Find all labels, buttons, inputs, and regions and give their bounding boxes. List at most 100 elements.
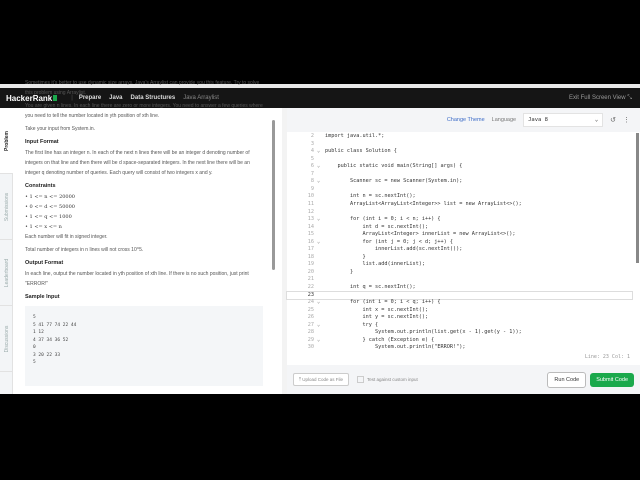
- fold-chevron-icon[interactable]: ⌄: [317, 148, 325, 156]
- exit-fullscreen-button[interactable]: Exit Full Screen View ⤡: [569, 95, 632, 102]
- code-text: public class Solution {: [325, 148, 397, 155]
- output-format-text: In each line, output the number located …: [25, 271, 249, 287]
- line-number: 5: [310, 155, 314, 162]
- chevron-down-icon: ⌄: [594, 117, 599, 123]
- problem-scrollbar[interactable]: [272, 112, 276, 392]
- code-text: System.out.println(list.get(x - 1).get(y…: [325, 329, 522, 336]
- constraint-note: Total number of integers in n lines will…: [25, 247, 144, 253]
- fold-chevron-icon[interactable]: ⌄: [317, 178, 325, 186]
- tab-problem[interactable]: Problem: [0, 108, 13, 174]
- code-line[interactable]: 3: [287, 141, 632, 149]
- code-text: public static void main(String[] args) {: [325, 163, 463, 170]
- code-line[interactable]: 27 ⌄ try {: [287, 322, 632, 330]
- code-line[interactable]: 12: [287, 209, 632, 217]
- code-line[interactable]: 8 ⌄ Scanner sc = new Scanner(System.in);: [287, 178, 632, 186]
- fold-chevron-icon[interactable]: ⌄: [317, 337, 325, 345]
- code-line[interactable]: 20 }: [287, 269, 632, 277]
- intro-text: Sometimes it's better to use dynamic siz…: [25, 80, 260, 96]
- tab-leaderboard[interactable]: Leaderboard: [0, 240, 13, 306]
- code-text: for (int i = 0; i < n; i++) {: [325, 216, 441, 223]
- code-line[interactable]: 18 }: [287, 254, 632, 262]
- code-line[interactable]: 5: [287, 156, 632, 164]
- fold-chevron-icon[interactable]: ⌄: [317, 322, 325, 330]
- vertical-tabs: Problem Submissions Leaderboard Discussi…: [0, 108, 13, 394]
- code-line[interactable]: 4 ⌄ public class Solution {: [287, 148, 632, 156]
- line-number: 12: [307, 208, 314, 215]
- code-line[interactable]: 17 innerList.add(sc.nextInt());: [287, 246, 632, 254]
- change-theme-link[interactable]: Change Theme: [447, 117, 485, 123]
- code-text: } catch (Exception e) {: [325, 336, 435, 343]
- line-number: 13: [307, 216, 314, 223]
- fold-chevron-icon[interactable]: ⌄: [317, 299, 325, 307]
- line-number: 30: [307, 344, 314, 351]
- language-select[interactable]: Java 8 ⌄: [523, 113, 604, 127]
- code-line[interactable]: 13 ⌄ for (int i = 0; i < n; i++) {: [287, 216, 632, 224]
- restore-icon[interactable]: ↺: [610, 116, 616, 124]
- code-line[interactable]: 16 ⌄ for (int j = 0; j < d; j++) {: [287, 239, 632, 247]
- code-line[interactable]: 15 ArrayList<Integer> innerList = new Ar…: [287, 231, 632, 239]
- line-number: 23: [307, 291, 314, 298]
- code-line[interactable]: 7: [287, 171, 632, 179]
- line-number: 22: [307, 284, 314, 290]
- code-line[interactable]: 29 ⌄ } catch (Exception e) {: [287, 337, 632, 345]
- code-line[interactable]: 9: [287, 186, 632, 194]
- line-number: 6: [310, 163, 314, 170]
- line-number: 11: [307, 200, 314, 207]
- code-text: Scanner sc = new Scanner(System.in);: [325, 178, 463, 185]
- line-number: 24: [307, 299, 314, 306]
- line-number: 7: [310, 170, 314, 177]
- line-number: 3: [310, 140, 314, 147]
- editor-footer: ⤒ Upload Code as File Test against custo…: [287, 365, 640, 394]
- line-number: 8: [310, 178, 314, 185]
- editor-scrollbar[interactable]: [635, 133, 640, 353]
- code-text: import java.util.*;: [325, 133, 385, 139]
- code-text: int y = sc.nextInt();: [325, 314, 429, 321]
- code-line[interactable]: 21: [287, 276, 632, 284]
- tab-submissions[interactable]: Submissions: [0, 174, 13, 240]
- code-area[interactable]: 2 import java.util.*; 3 4 ⌄ public class Solu…: [286, 133, 633, 353]
- code-line[interactable]: 28 System.out.println(list.get(x - 1).ge…: [287, 329, 632, 337]
- code-line[interactable]: 30 System.out.println("ERROR!");: [287, 344, 632, 352]
- code-line[interactable]: 19 list.add(innerList);: [287, 261, 632, 269]
- line-number: 26: [307, 314, 314, 321]
- code-line[interactable]: 23: [286, 290, 633, 301]
- code-line[interactable]: 10 int n = sc.nextInt();: [287, 193, 632, 201]
- line-number: 20: [307, 268, 314, 275]
- code-line[interactable]: 2 import java.util.*;: [287, 133, 632, 141]
- submit-code-button[interactable]: Submit Code: [590, 372, 634, 387]
- more-menu-icon[interactable]: ⋮: [623, 116, 630, 124]
- constraint: 1 <= x <= n: [25, 222, 263, 232]
- app: Problem Submissions Leaderboard Discussi…: [0, 80, 640, 394]
- line-number: 10: [307, 193, 314, 200]
- fold-chevron-icon[interactable]: ⌄: [317, 163, 325, 171]
- line-number: 15: [307, 231, 314, 238]
- editor-toolbar: Change Theme Language Java 8 ⌄ ↺ ⋮: [287, 108, 640, 132]
- code-line[interactable]: 26 int y = sc.nextInt();: [287, 314, 632, 322]
- custom-input-checkbox[interactable]: Test against custom input: [357, 376, 418, 383]
- code-line[interactable]: 24 ⌄ for (int i = 0; i < q; i++) {: [287, 299, 632, 307]
- line-number: 17: [307, 246, 314, 253]
- output-format-heading: Output Format: [25, 260, 64, 266]
- line-number: 4: [310, 148, 314, 155]
- upload-code-button[interactable]: ⤒ Upload Code as File: [293, 373, 350, 386]
- line-number: 19: [307, 261, 314, 268]
- code-text: try {: [325, 321, 379, 328]
- constraint: 1 <= n <= 20000: [25, 192, 263, 202]
- line-number: 29: [307, 336, 314, 343]
- language-label: Language: [491, 117, 517, 123]
- code-line[interactable]: 6 ⌄ public static void main(String[] args…: [287, 163, 632, 171]
- fold-chevron-icon[interactable]: ⌄: [317, 216, 325, 224]
- code-text: list.add(innerList);: [325, 261, 425, 268]
- constraint: 0 <= d <= 50000: [25, 202, 263, 212]
- cursor-position: Line: 23 Col: 1: [584, 354, 630, 360]
- line-number: 27: [307, 321, 314, 328]
- tab-discussions[interactable]: Discussions: [0, 306, 13, 372]
- code-text: int x = sc.nextInt();: [325, 306, 429, 313]
- code-line[interactable]: 14 int d = sc.nextInt();: [287, 224, 632, 232]
- fold-chevron-icon[interactable]: ⌄: [317, 239, 325, 247]
- code-line[interactable]: 22 int q = sc.nextInt();: [287, 284, 632, 292]
- code-line[interactable]: 11 ArrayList<ArrayList<Integer>> list = …: [287, 201, 632, 209]
- code-text: int n = sc.nextInt();: [325, 193, 416, 200]
- code-line[interactable]: 25 int x = sc.nextInt();: [287, 307, 632, 315]
- run-code-button[interactable]: Run Code: [547, 371, 587, 388]
